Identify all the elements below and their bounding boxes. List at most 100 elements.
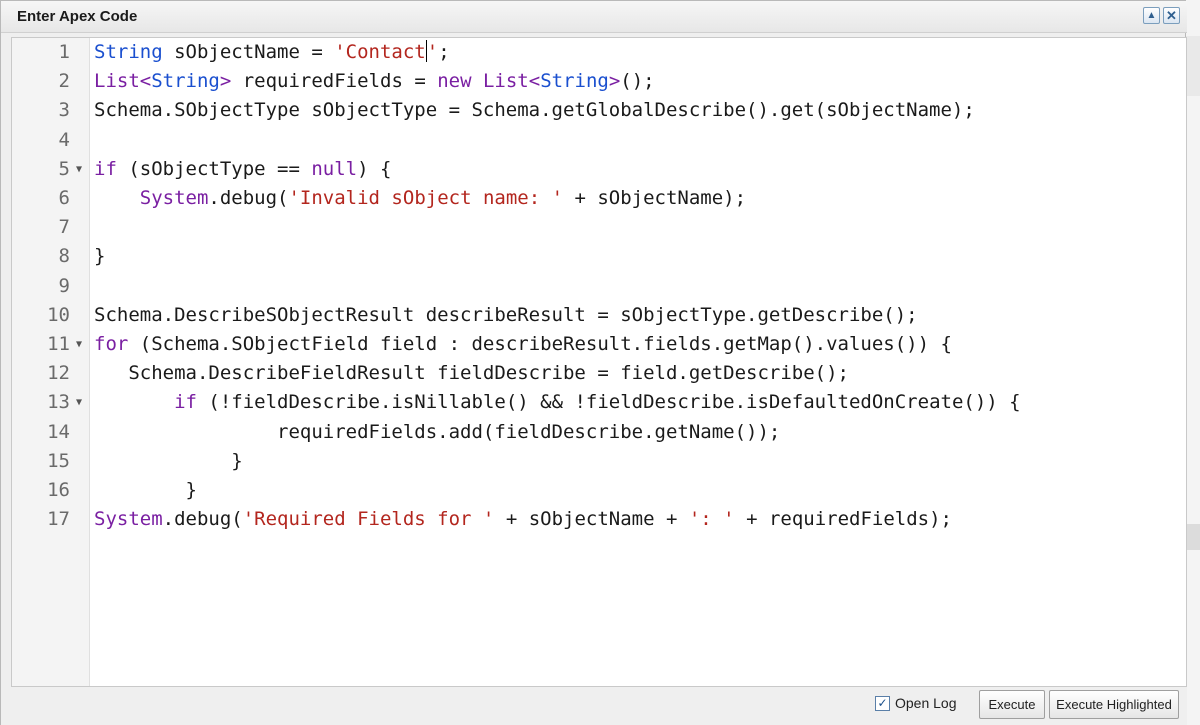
code-token: 'Invalid sObject name: ' — [288, 187, 564, 209]
code-token: if — [174, 391, 197, 414]
dialog-titlebar: Enter Apex Code ▲ ✕ — [1, 1, 1187, 33]
code-token: requiredFields = — [231, 70, 438, 93]
code-line[interactable]: 15 } — [12, 447, 1186, 476]
code-token: sObjectName = — [162, 41, 335, 63]
code-token: System — [139, 187, 209, 209]
code-token: .debug( — [162, 508, 243, 531]
code-token: for — [94, 333, 129, 355]
code-token: new — [437, 70, 472, 93]
code-token: .debug( — [208, 187, 289, 209]
fold-arrow-icon[interactable]: ▼ — [72, 330, 86, 359]
line-number: 3 — [58, 99, 70, 122]
code-token: } — [94, 479, 197, 501]
code-token: } — [94, 245, 106, 268]
code-token: String — [540, 70, 609, 93]
fold-arrow-icon[interactable]: ▼ — [72, 155, 86, 184]
code-line[interactable]: 5 ▼ if (sObjectType == null) { — [12, 155, 1186, 184]
code-line[interactable]: 16 } — [12, 476, 1186, 505]
code-text: if (!fieldDescribe.isNillable() && !fiel… — [94, 388, 1021, 417]
apex-code-dialog: Enter Apex Code ▲ ✕ 1 String sObjectName … — [0, 0, 1187, 725]
code-token: if — [94, 157, 117, 180]
line-number: 5 — [58, 157, 70, 180]
code-text: requiredFields.add(fieldDescribe.getName… — [94, 418, 780, 447]
code-line[interactable]: 6 System.debug('Invalid sObject name: ' … — [12, 184, 1186, 213]
code-token: List< — [94, 70, 152, 93]
line-number: 11 — [47, 333, 70, 355]
code-token: > — [219, 70, 232, 93]
code-token: System — [94, 508, 163, 531]
line-number: 9 — [58, 274, 70, 297]
line-number: 14 — [47, 420, 70, 443]
code-token: 'Contact — [334, 41, 426, 63]
code-text: } — [94, 476, 197, 505]
code-token: Schema.SObjectType sObjectType = Schema.… — [94, 99, 975, 122]
code-token: String — [94, 41, 163, 63]
code-token: String — [151, 70, 220, 93]
execute-button[interactable]: Execute — [979, 690, 1045, 719]
line-number: 6 — [58, 187, 70, 209]
code-line[interactable]: 3 Schema.SObjectType sObjectType = Schema… — [12, 96, 1186, 125]
code-token: ; — [438, 41, 450, 63]
code-line[interactable]: 2 List<String> requiredFields = new List<… — [12, 67, 1186, 96]
open-log-checkbox[interactable]: ✓ Open Log — [875, 695, 957, 711]
dialog-title: Enter Apex Code — [17, 8, 138, 25]
code-text: for (Schema.SObjectField field : describ… — [94, 330, 952, 359]
line-number: 15 — [47, 449, 70, 472]
code-token: Schema.DescribeFieldResult fieldDescribe… — [94, 362, 849, 385]
code-token: (Schema.SObjectField field : describeRes… — [128, 333, 952, 355]
code-token: 'Required Fields for ' — [242, 508, 495, 531]
fold-arrow-icon[interactable]: ▼ — [72, 388, 86, 417]
code-token: + requiredFields); — [734, 508, 952, 531]
open-log-label: Open Log — [895, 695, 957, 711]
code-token: Schema.DescribeSObjectResult describeRes… — [94, 303, 918, 326]
code-token: requiredFields.add(fieldDescribe.getName… — [94, 420, 781, 443]
dialog-footer: ✓ Open Log Execute Execute Highlighted — [1, 687, 1187, 725]
background-right-band — [1186, 524, 1200, 550]
chevron-up-icon[interactable]: ▲ — [1143, 7, 1160, 24]
code-text: System.debug('Required Fields for ' + sO… — [94, 505, 952, 534]
code-text: } — [94, 447, 242, 476]
code-text: if (sObjectType == null) { — [94, 155, 391, 184]
line-number: 13 — [47, 391, 70, 414]
code-token: List< — [482, 70, 541, 93]
code-text: Schema.DescribeFieldResult fieldDescribe… — [94, 359, 849, 388]
code-token: > — [608, 70, 621, 93]
line-number: 4 — [58, 128, 70, 151]
checkbox-checked-icon[interactable]: ✓ — [875, 695, 890, 711]
background-right-band — [1186, 36, 1200, 96]
code-text: } — [94, 242, 105, 271]
line-number: 16 — [47, 479, 70, 501]
code-line[interactable]: 7 — [12, 213, 1186, 242]
code-line[interactable]: 8} — [12, 242, 1186, 271]
code-token: ': ' — [688, 508, 735, 531]
line-number: 17 — [47, 508, 70, 531]
code-line[interactable]: 12 Schema.DescribeFieldResult fieldDescr… — [12, 359, 1186, 388]
code-text: List<String> requiredFields = new List<S… — [94, 67, 655, 96]
execute-highlighted-button[interactable]: Execute Highlighted — [1049, 690, 1179, 719]
code-line[interactable]: 13 ▼ if (!fieldDescribe.isNillable() && !… — [12, 388, 1186, 417]
code-line[interactable]: 11 ▼ for (Schema.SObjectField field : desc… — [12, 330, 1186, 359]
code-line[interactable]: 17 System.debug('Required Fields for ' + … — [12, 505, 1186, 534]
code-token: (sObjectType == — [116, 157, 312, 180]
code-line[interactable]: 14 requiredFields.add(fieldDescribe.getN… — [12, 418, 1186, 447]
code-token: ) { — [357, 157, 392, 180]
line-number: 1 — [58, 41, 70, 63]
code-editor[interactable]: 1 String sObjectName = 'Contact'; 2 List<St… — [11, 37, 1187, 687]
code-line[interactable]: 4 — [12, 126, 1186, 155]
close-icon[interactable]: ✕ — [1163, 7, 1180, 24]
line-number: 2 — [58, 70, 70, 93]
line-number: 10 — [47, 303, 70, 326]
code-line[interactable]: 10 Schema.DescribeSObjectResult describeR… — [12, 301, 1186, 330]
code-line[interactable]: 1 String sObjectName = 'Contact'; — [12, 38, 1186, 67]
code-text: System.debug('Invalid sObject name: ' + … — [94, 184, 746, 213]
code-text: Schema.DescribeSObjectResult describeRes… — [94, 301, 918, 330]
code-token: (); — [620, 70, 655, 93]
code-token: ' — [426, 41, 439, 63]
line-number: 8 — [58, 245, 70, 268]
code-line[interactable]: 9 — [12, 272, 1186, 301]
code-token: null — [311, 157, 358, 180]
line-number: 7 — [58, 216, 70, 239]
